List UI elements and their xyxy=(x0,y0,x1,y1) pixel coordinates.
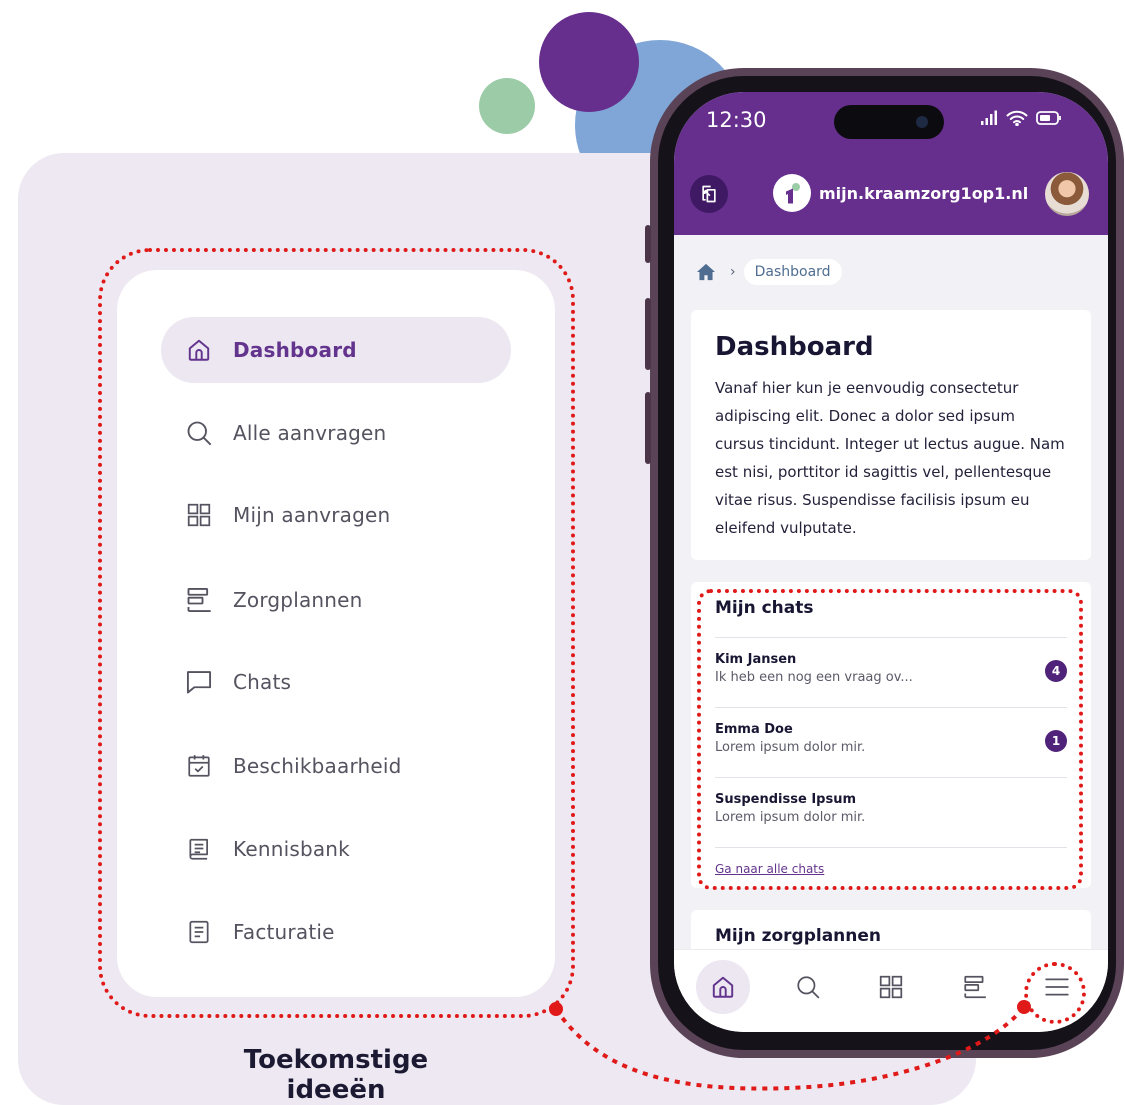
annotation-connector xyxy=(549,1000,1031,1091)
